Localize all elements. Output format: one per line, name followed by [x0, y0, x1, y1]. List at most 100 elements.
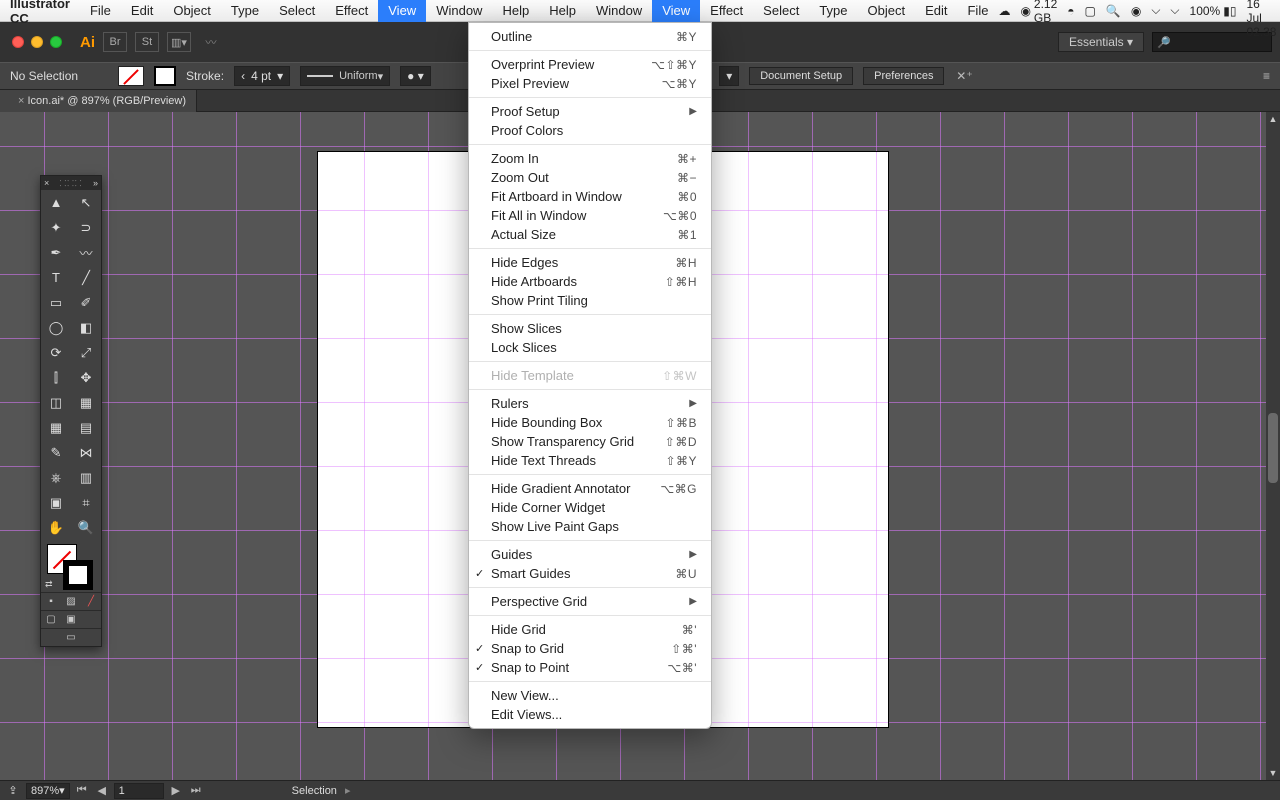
menu-type[interactable]: Type [809, 0, 857, 22]
view-menu-new-view-[interactable]: New View... [469, 686, 711, 705]
menu-object[interactable]: Object [858, 0, 916, 22]
shaper-tool[interactable]: ◯ [41, 315, 71, 340]
view-menu-hide-corner-widget[interactable]: Hide Corner Widget [469, 498, 711, 517]
screen-mode-button[interactable]: ▭ [41, 628, 101, 646]
swap-fill-stroke-icon[interactable]: ⇄ [45, 579, 53, 590]
spotlight-icon[interactable]: 🔍 [1106, 4, 1121, 18]
rectangle-tool[interactable]: ▭ [41, 290, 71, 315]
screen-mode-normal[interactable]: ▢ [41, 610, 61, 628]
view-menu-show-print-tiling[interactable]: Show Print Tiling [469, 291, 711, 310]
artboard-tool[interactable]: ▣ [41, 490, 71, 515]
menu-help[interactable]: Help [539, 0, 586, 22]
next-artboard-button[interactable]: ▶ [168, 784, 184, 797]
align-icon[interactable]: ✕⁺ [954, 69, 974, 83]
menu-view[interactable]: View [652, 0, 700, 22]
share-icon[interactable]: ⇪ [4, 784, 22, 797]
menu-select[interactable]: Select [269, 0, 325, 22]
column-graph-tool[interactable]: ▥ [71, 465, 101, 490]
perspective-grid-tool[interactable]: ▦ [71, 390, 101, 415]
curvature-tool[interactable]: 〰 [71, 240, 101, 265]
view-menu-fit-all-in-window[interactable]: Fit All in Window⌥⌘0 [469, 206, 711, 225]
stroke-swatch[interactable] [154, 66, 176, 86]
draw-inside-button[interactable]: ╱ [81, 592, 101, 610]
scroll-up-arrow-icon[interactable]: ▲ [1266, 112, 1280, 126]
tools-panel-titlebar[interactable]: × ⸬⸬⸬ » [41, 176, 101, 190]
bluetooth-icon[interactable]: ⌵ [1151, 3, 1160, 18]
close-icon[interactable]: × [44, 178, 49, 188]
type-tool[interactable]: T [41, 265, 71, 290]
control-menu-icon[interactable]: ≡ [1263, 69, 1270, 83]
width-tool[interactable]: ⫿ [41, 365, 71, 390]
document-tab[interactable]: × Icon.ai* @ 897% (RGB/Preview) [0, 90, 197, 112]
view-menu-zoom-in[interactable]: Zoom In⌘+ [469, 149, 711, 168]
scale-tool[interactable]: ⤢ [71, 340, 101, 365]
gpu-icon[interactable]: 〰 [199, 32, 223, 52]
menu-window[interactable]: Window [586, 0, 652, 22]
free-transform-tool[interactable]: ✥ [71, 365, 101, 390]
stroke-weight-input[interactable]: ‹ 4 pt ▾ [234, 66, 290, 86]
view-menu-actual-size[interactable]: Actual Size⌘1 [469, 225, 711, 244]
menu-select[interactable]: Select [753, 0, 809, 22]
cloud-icon[interactable]: ☁ [998, 4, 1010, 18]
slice-tool[interactable]: ⌗ [71, 490, 101, 515]
view-menu-lock-slices[interactable]: Lock Slices [469, 338, 711, 357]
app-name[interactable]: Illustrator CC [0, 0, 80, 26]
view-menu-proof-colors[interactable]: Proof Colors [469, 121, 711, 140]
draw-normal-button[interactable]: ▪ [41, 592, 61, 610]
view-menu-show-slices[interactable]: Show Slices [469, 319, 711, 338]
draw-behind-button[interactable]: ▨ [61, 592, 81, 610]
selection-tool[interactable]: ▲ [41, 190, 71, 215]
brush-def-select[interactable]: ● ▾ [400, 66, 431, 86]
display-icon[interactable]: ▢ [1085, 4, 1096, 18]
view-menu-outline[interactable]: Outline⌘Y [469, 27, 711, 46]
menu-edit[interactable]: Edit [121, 0, 163, 22]
eyedropper-tool[interactable]: ✎ [41, 440, 71, 465]
first-artboard-button[interactable]: ⏮ [74, 784, 90, 797]
view-menu-snap-to-grid[interactable]: ✓Snap to Grid⇧⌘' [469, 639, 711, 658]
view-menu-rulers[interactable]: Rulers▶ [469, 394, 711, 413]
view-menu-perspective-grid[interactable]: Perspective Grid▶ [469, 592, 711, 611]
menu-view[interactable]: View [378, 0, 426, 22]
view-menu-overprint-preview[interactable]: Overprint Preview⌥⇧⌘Y [469, 55, 711, 74]
menu-effect[interactable]: Effect [700, 0, 753, 22]
preferences-button[interactable]: Preferences [863, 67, 944, 85]
stock-button[interactable]: St [135, 32, 159, 52]
view-menu-snap-to-point[interactable]: ✓Snap to Point⌥⌘' [469, 658, 711, 677]
menu-type[interactable]: Type [221, 0, 269, 22]
view-menu-pixel-preview[interactable]: Pixel Preview⌥⌘Y [469, 74, 711, 93]
view-menu-hide-text-threads[interactable]: Hide Text Threads⇧⌘Y [469, 451, 711, 470]
pen-tool[interactable]: ✒ [41, 240, 71, 265]
minimize-window-button[interactable] [31, 36, 43, 48]
artboard-number-input[interactable]: 1 [114, 783, 164, 799]
fill-stroke-swatches[interactable]: ⇄ [41, 540, 101, 592]
line-tool[interactable]: ╱ [71, 265, 101, 290]
wifi-icon[interactable]: ⌵ [1170, 3, 1179, 18]
close-tab-icon[interactable]: × [18, 95, 24, 107]
view-menu-show-live-paint-gaps[interactable]: Show Live Paint Gaps [469, 517, 711, 536]
vertical-scrollbar[interactable]: ▲ ▼ [1266, 112, 1280, 780]
fill-swatch[interactable] [118, 66, 144, 86]
view-menu-fit-artboard-in-window[interactable]: Fit Artboard in Window⌘0 [469, 187, 711, 206]
direct-selection-tool[interactable]: ↖ [71, 190, 101, 215]
menu-edit[interactable]: Edit [915, 0, 957, 22]
bridge-button[interactable]: Br [103, 32, 127, 52]
panel-grip-icon[interactable]: ⸬⸬⸬ [60, 178, 83, 189]
symbol-sprayer-tool[interactable]: ⎈ [41, 465, 71, 490]
last-artboard-button[interactable]: ⏭ [188, 784, 204, 797]
lasso-tool[interactable]: ⊃ [71, 215, 101, 240]
view-menu-hide-artboards[interactable]: Hide Artboards⇧⌘H [469, 272, 711, 291]
zoom-level-input[interactable]: 897% ▾ [26, 783, 70, 799]
zoom-tool[interactable]: 🔍 [71, 515, 101, 540]
eraser-tool[interactable]: ◧ [71, 315, 101, 340]
arrange-documents-button[interactable]: ▥▾ [167, 32, 191, 52]
view-menu-show-transparency-grid[interactable]: Show Transparency Grid⇧⌘D [469, 432, 711, 451]
menu-object[interactable]: Object [163, 0, 221, 22]
hat-icon[interactable]: ◓ [1067, 4, 1074, 18]
stroke-profile-select[interactable]: Uniform ▾ [300, 66, 390, 86]
stroke-color-swatch[interactable] [63, 560, 93, 590]
screen-mode-present[interactable] [81, 610, 101, 628]
shape-builder-tool[interactable]: ◫ [41, 390, 71, 415]
view-menu-proof-setup[interactable]: Proof Setup▶ [469, 102, 711, 121]
view-menu-hide-bounding-box[interactable]: Hide Bounding Box⇧⌘B [469, 413, 711, 432]
siri-icon[interactable]: ◉ [1131, 4, 1141, 18]
